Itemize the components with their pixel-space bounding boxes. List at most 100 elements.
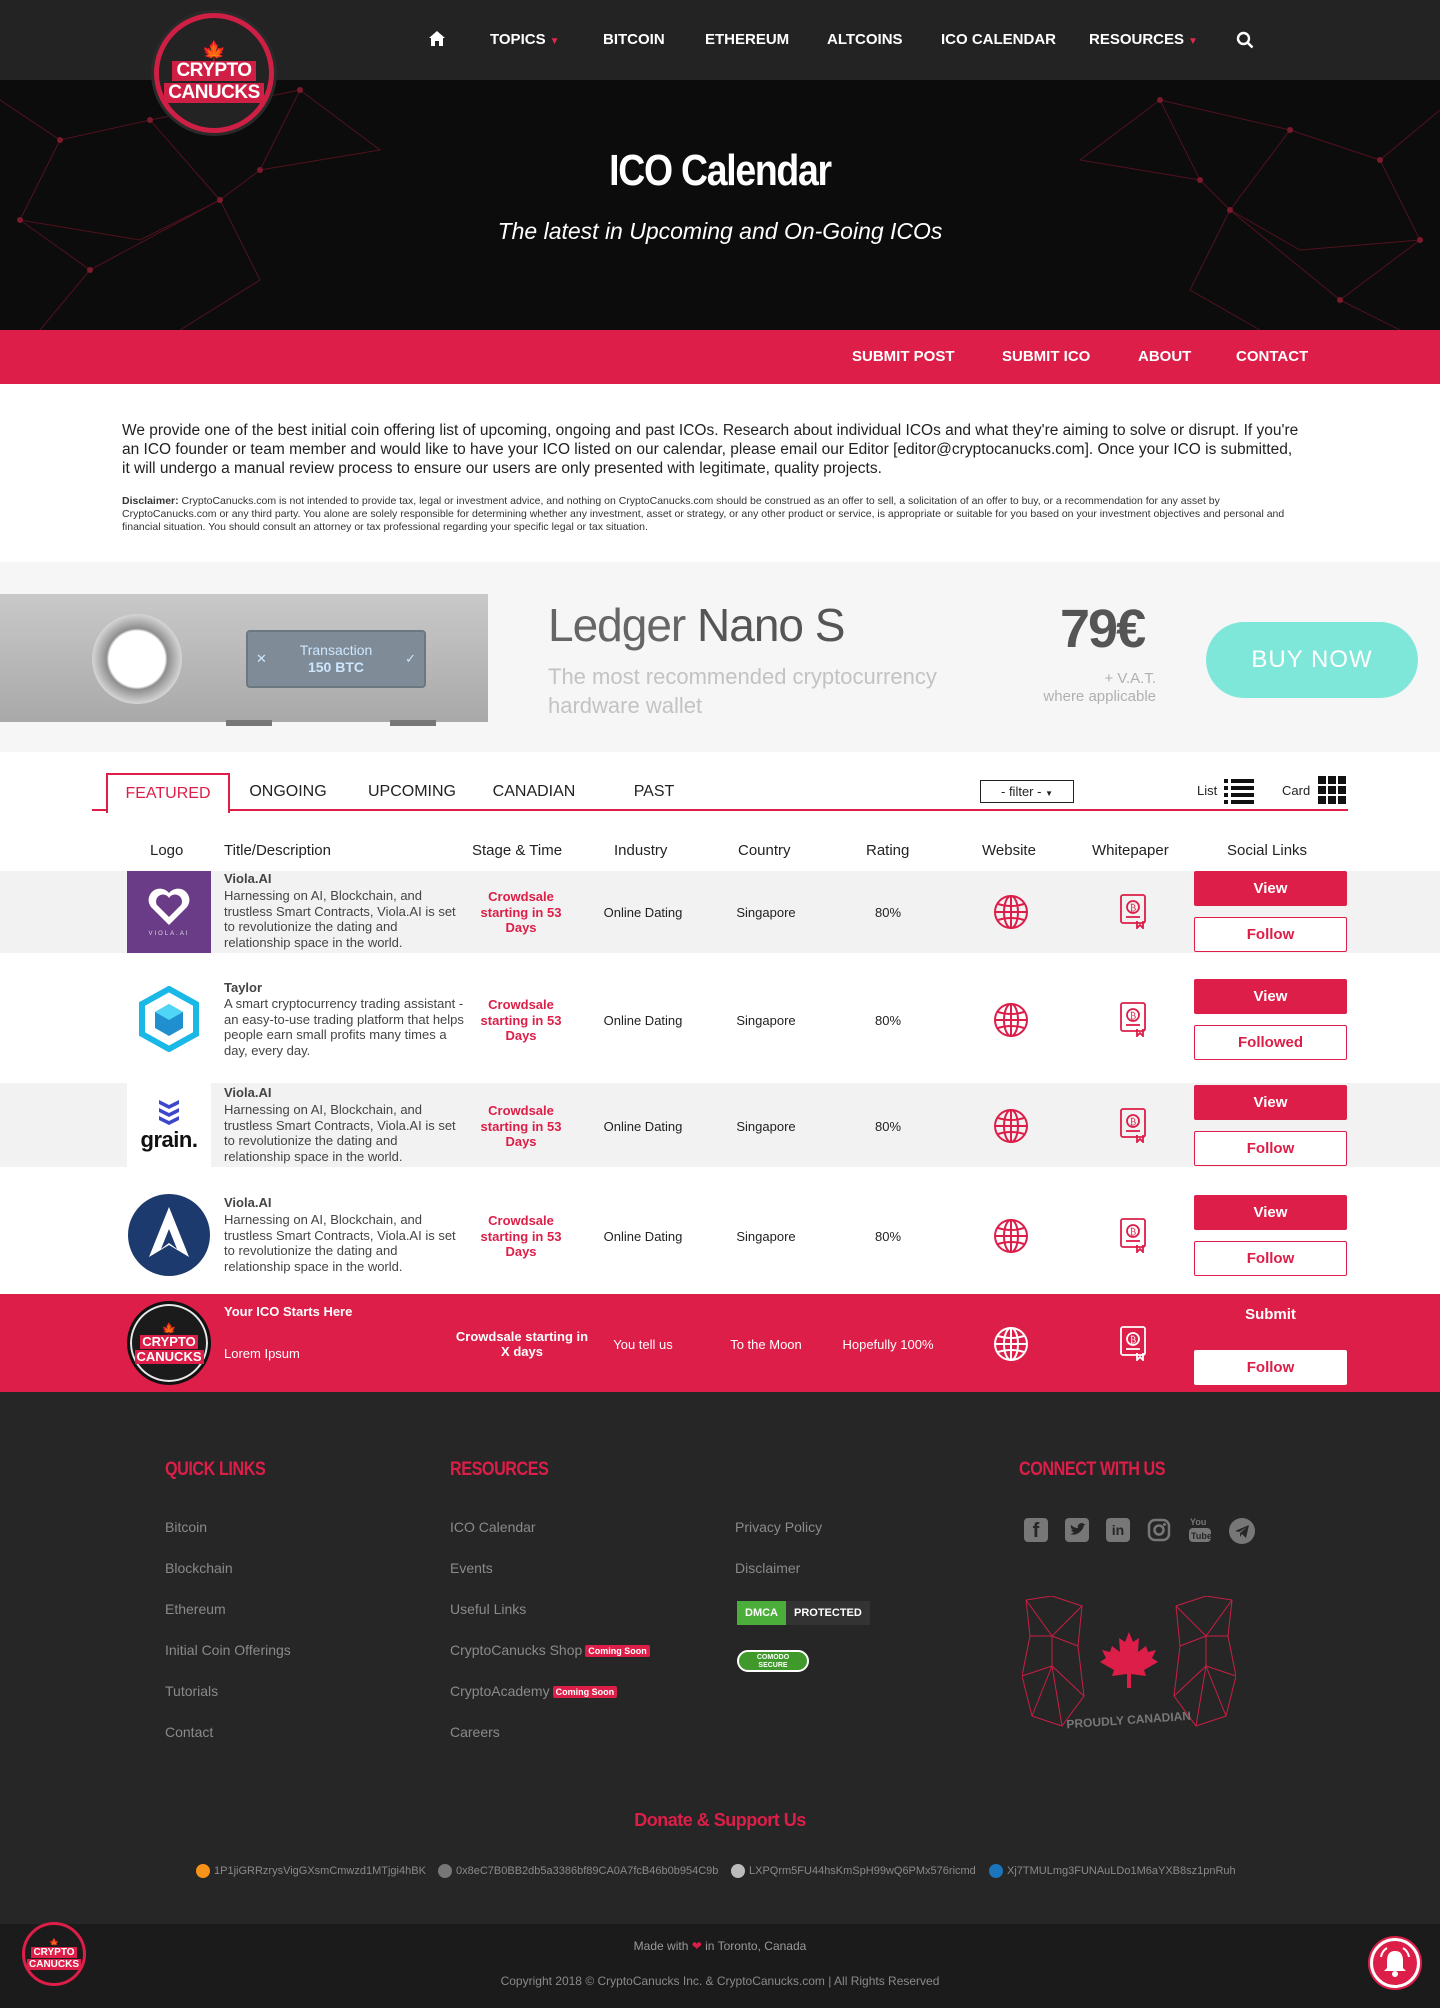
whitepaper-icon[interactable]: ₿ (1120, 1325, 1148, 1366)
instagram-icon[interactable] (1147, 1518, 1171, 1542)
nav-bitcoin[interactable]: BITCOIN (603, 31, 665, 48)
tab-upcoming[interactable]: UPCOMING (362, 773, 462, 811)
nav-topics[interactable]: TOPICS ▼ (490, 31, 559, 48)
follow-button[interactable]: Follow (1194, 1241, 1347, 1276)
footer-link-bitcoin[interactable]: Bitcoin (165, 1519, 207, 1535)
footer-link-careers[interactable]: Careers (450, 1724, 500, 1740)
follow-button[interactable]: Follow (1194, 917, 1347, 952)
submit-post-link[interactable]: SUBMIT POST (852, 348, 955, 365)
submit-ico-link[interactable]: SUBMIT ICO (1002, 348, 1090, 365)
filter-dropdown[interactable]: - filter - ▼ (980, 780, 1074, 803)
list-view-icon[interactable] (1224, 777, 1254, 810)
footer-link-ethereum[interactable]: Ethereum (165, 1601, 226, 1617)
floating-logo[interactable]: 🍁 CRYPTO CANUCKS (22, 1922, 86, 1986)
footer-link-ico-calendar[interactable]: ICO Calendar (450, 1519, 536, 1535)
mini-logo-line1: CRYPTO (31, 1946, 77, 1958)
follow-button[interactable]: Follow (1194, 1350, 1347, 1385)
follow-button[interactable]: Follow (1194, 1131, 1347, 1166)
footer-link-privacy[interactable]: Privacy Policy (735, 1519, 822, 1535)
ico-industry: Online Dating (603, 1013, 683, 1028)
view-button[interactable]: View (1194, 979, 1347, 1014)
contact-link[interactable]: CONTACT (1236, 348, 1308, 365)
svg-text:₿: ₿ (1130, 1117, 1136, 1128)
view-button[interactable]: View (1194, 1195, 1347, 1230)
about-link[interactable]: ABOUT (1138, 348, 1191, 365)
nav-resources[interactable]: RESOURCES ▼ (1089, 31, 1198, 48)
globe-icon[interactable] (993, 1108, 1029, 1149)
buy-now-button[interactable]: BUY NOW (1206, 622, 1418, 698)
search-icon[interactable] (1236, 31, 1254, 49)
home-icon[interactable] (428, 30, 446, 48)
view-button[interactable]: View (1194, 1085, 1347, 1120)
whitepaper-icon[interactable]: ₿ (1120, 893, 1148, 934)
nav-ethereum[interactable]: ETHEREUM (705, 31, 789, 48)
bitcoin-icon (196, 1864, 210, 1878)
logo-wordmark: VIOLA.AI (148, 931, 190, 937)
ad-description: The most recommended cryptocurrency hard… (548, 664, 937, 718)
submit-button[interactable]: Submit (1194, 1306, 1347, 1323)
col-logo: Logo (150, 842, 184, 859)
ico-filter-tabs: FEATURED ONGOING UPCOMING CANADIAN PAST … (92, 773, 1348, 813)
ico-industry: Online Dating (603, 905, 683, 920)
globe-icon[interactable] (993, 1326, 1029, 1367)
card-view-icon[interactable] (1318, 776, 1346, 809)
notification-bell-icon[interactable] (1370, 1938, 1420, 1988)
globe-icon[interactable] (993, 1002, 1029, 1043)
telegram-icon[interactable] (1229, 1518, 1255, 1544)
footer-link-tutorials[interactable]: Tutorials (165, 1683, 218, 1699)
footer-link-shop[interactable]: CryptoCanucks Shop Coming Soon (450, 1642, 650, 1658)
ico-title[interactable]: Viola.AI (224, 871, 271, 886)
footer-link-contact[interactable]: Contact (165, 1724, 213, 1740)
arrow-logo (127, 1193, 211, 1277)
whitepaper-icon[interactable]: ₿ (1120, 1107, 1148, 1148)
footer-link-useful-links[interactable]: Useful Links (450, 1601, 526, 1617)
whitepaper-icon[interactable]: ₿ (1120, 1001, 1148, 1042)
svg-text:Tube: Tube (1191, 1531, 1212, 1541)
wallet-btc[interactable]: 1P1jiGRRzrysVigGXsmCmwzd1MTjgi4hBK (196, 1864, 426, 1878)
dmca-badge[interactable]: DMCA PROTECTED (737, 1601, 870, 1625)
nav-ico-calendar[interactable]: ICO CALENDAR (941, 31, 1056, 48)
heart-icon: ❤ (691, 1939, 702, 1953)
footer-link-academy[interactable]: CryptoAcademy Coming Soon (450, 1683, 618, 1699)
linkedin-icon[interactable]: in (1106, 1518, 1130, 1542)
globe-icon[interactable] (993, 894, 1029, 935)
svg-text:You: You (1190, 1517, 1206, 1527)
card-view-label: Card (1282, 783, 1311, 798)
tab-past[interactable]: PAST (622, 773, 686, 811)
ledger-ad-banner[interactable]: ✕ Transaction 150 BTC ✓ Ledger Nano S Th… (0, 562, 1440, 752)
comodo-secure-badge[interactable]: COMODO SECURE (737, 1650, 809, 1672)
ad-vat-line2: where applicable (1043, 688, 1156, 705)
promo-logo-line2: CANUCKS (134, 1348, 204, 1364)
tab-canadian[interactable]: CANADIAN (488, 773, 580, 811)
youtube-icon[interactable]: You Tube (1188, 1516, 1212, 1544)
close-icon: ✕ (256, 651, 267, 666)
view-button[interactable]: View (1194, 871, 1347, 906)
promo-rating: Hopefully 100% (842, 1337, 934, 1352)
col-social: Social Links (1227, 842, 1308, 859)
wallet-eth[interactable]: 0x8eC7B0BB2db5a3386bf89CA0A7fcB46b0b954C… (438, 1864, 718, 1878)
svg-text:₿: ₿ (1130, 1227, 1136, 1238)
twitter-icon[interactable] (1065, 1518, 1089, 1542)
facebook-icon[interactable]: f (1024, 1518, 1048, 1542)
table-row: VIOLA.AI Viola.AI Harnessing on AI, Bloc… (0, 871, 1440, 953)
tab-featured[interactable]: FEATURED (106, 773, 230, 813)
ad-title-brand: Ledger (548, 599, 686, 651)
tab-ongoing[interactable]: ONGOING (242, 773, 334, 811)
globe-icon[interactable] (993, 1218, 1029, 1259)
followed-button[interactable]: Followed (1194, 1025, 1347, 1060)
wallet-dash[interactable]: Xj7TMULmg3FUNAuLDo1M6aYXB8sz1pnRuh (989, 1864, 1236, 1878)
nav-topics-label: TOPICS (490, 31, 546, 48)
nav-altcoins[interactable]: ALTCOINS (827, 31, 903, 48)
ico-title[interactable]: Viola.AI (224, 1195, 271, 1210)
device-button (92, 614, 182, 704)
footer-link-blockchain[interactable]: Blockchain (165, 1560, 233, 1576)
ico-title[interactable]: Taylor (224, 980, 262, 995)
footer-link-disclaimer[interactable]: Disclaimer (735, 1560, 800, 1576)
wallet-ltc[interactable]: LXPQrm5FU44hsKmSpH99wQ6PMx576ricmd (731, 1864, 976, 1878)
whitepaper-icon[interactable]: ₿ (1120, 1217, 1148, 1258)
device-screen-line2: 150 BTC (307, 659, 365, 675)
site-logo[interactable]: 🍁 CRYPTO CANUCKS (154, 13, 274, 133)
footer-link-events[interactable]: Events (450, 1560, 493, 1576)
footer-link-icos[interactable]: Initial Coin Offerings (165, 1642, 291, 1658)
ico-title[interactable]: Viola.AI (224, 1085, 271, 1100)
